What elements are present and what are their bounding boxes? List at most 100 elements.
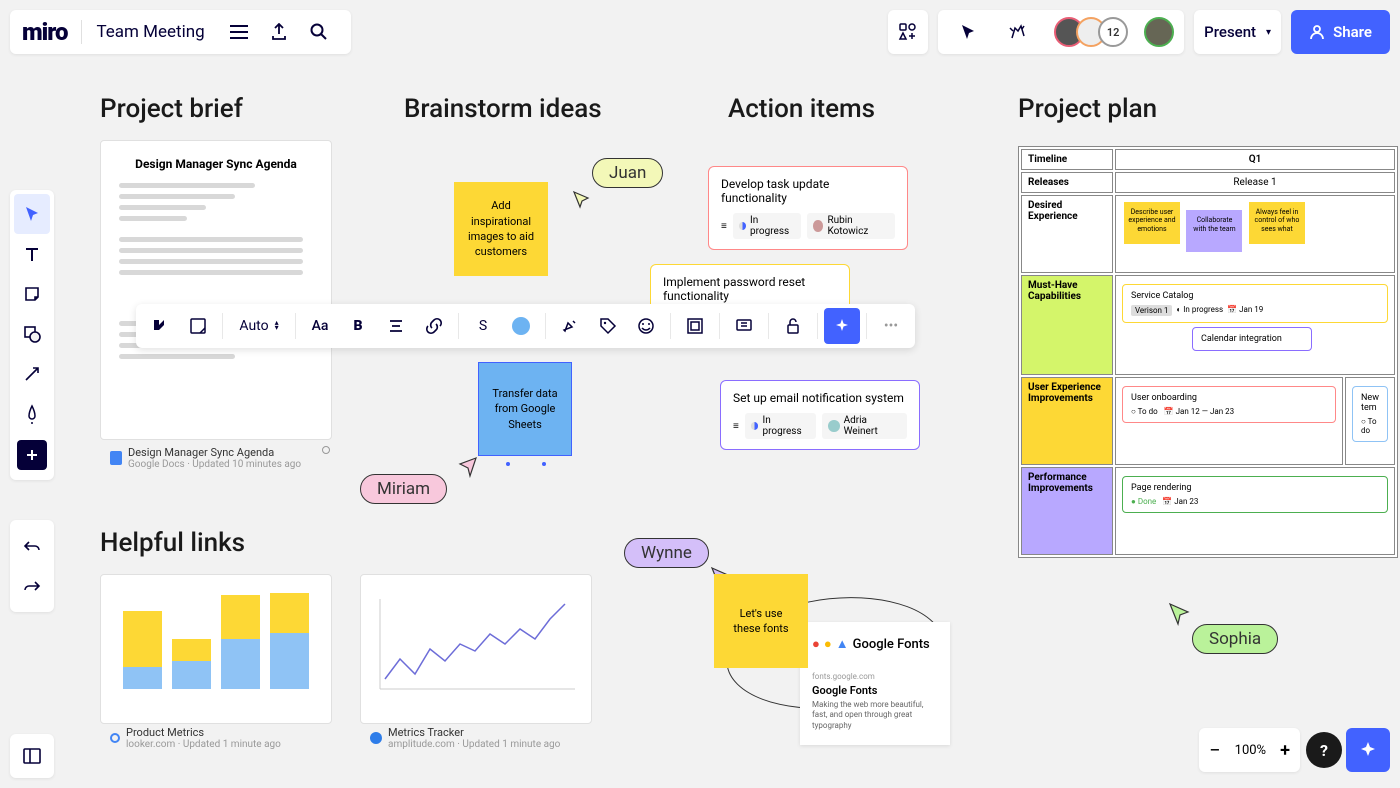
section-title-brainstorm: Brainstorm ideas — [404, 94, 602, 124]
arrow-tool[interactable] — [14, 354, 50, 394]
dot-icon — [542, 462, 546, 466]
cursor-label-sophia: Sophia — [1192, 624, 1278, 654]
layout-icon[interactable] — [677, 308, 713, 344]
section-title-brief: Project brief — [100, 94, 243, 124]
link-meta: Metrics Trackeramplitude.com · Updated 1… — [370, 726, 560, 750]
list-icon: ≡ — [721, 221, 727, 232]
miro-logo[interactable]: miro — [22, 18, 67, 46]
plan-card-catalog[interactable]: Service Catalog Verison 1◐ In progress📅 … — [1122, 284, 1388, 323]
export-icon[interactable] — [259, 12, 299, 52]
task-title: Set up email notification system — [733, 391, 907, 405]
lock-icon[interactable] — [775, 308, 811, 344]
sync-icon — [322, 446, 330, 454]
line-chart-icon — [375, 589, 575, 699]
font-family[interactable]: Aa — [302, 308, 338, 344]
help-button[interactable]: ? — [1306, 732, 1342, 768]
text-tool[interactable] — [14, 234, 50, 274]
task-title: Develop task update functionality — [721, 177, 895, 205]
top-bar: miro Team Meeting 12 Present▾ Share — [10, 10, 1390, 54]
avatar-self[interactable] — [1144, 17, 1174, 47]
gfonts-heading: Google Fonts — [812, 684, 938, 697]
context-toolbar[interactable]: Auto▴▾ Aa B S ••• — [136, 304, 915, 348]
project-plan-table[interactable]: TimelineQ1 ReleasesRelease 1 Desired Exp… — [1018, 146, 1398, 558]
size-button[interactable]: S — [465, 308, 501, 344]
sticky-inspirational[interactable]: Add inspirational images to aid customer… — [454, 182, 548, 276]
dot-icon — [506, 462, 510, 466]
canvas[interactable]: Project brief Brainstorm ideas Action it… — [0, 0, 1400, 788]
reactions-icon[interactable] — [998, 12, 1038, 52]
cursor-label-miriam: Miriam — [360, 474, 447, 504]
gdocs-icon — [110, 451, 122, 465]
tag-icon[interactable] — [590, 308, 626, 344]
task-title: Implement password reset functionality — [663, 275, 837, 303]
ai-sparkle-icon[interactable] — [824, 308, 860, 344]
task-card-3[interactable]: Set up email notification system ≡ In pr… — [720, 380, 920, 450]
undo-button[interactable] — [14, 526, 50, 566]
section-title-links: Helpful links — [100, 528, 245, 558]
plan-card-newtem[interactable]: New tem ○ To do — [1352, 386, 1388, 442]
participant-count[interactable]: 12 — [1098, 17, 1128, 47]
status-tag: In progress — [733, 213, 801, 239]
shape-tool[interactable] — [14, 314, 50, 354]
fill-color[interactable] — [503, 308, 539, 344]
ai-assist-button[interactable] — [1346, 728, 1390, 772]
apps-button[interactable] — [888, 10, 928, 54]
link-icon[interactable] — [416, 308, 452, 344]
person-icon — [1309, 24, 1325, 40]
cursor-arrow-icon — [1168, 602, 1192, 626]
link-card-metrics[interactable] — [100, 574, 332, 724]
looker-icon — [110, 733, 120, 743]
cursor-label-wynne: Wynne — [624, 538, 709, 568]
pen-tool[interactable] — [14, 394, 50, 434]
assignee-tag: Adria Weinert — [822, 413, 907, 439]
add-tool[interactable] — [17, 440, 47, 470]
sticky-tool[interactable] — [14, 274, 50, 314]
task-card-1[interactable]: Develop task update functionality ≡ In p… — [708, 166, 908, 250]
panel-toggle[interactable] — [10, 734, 54, 778]
doc-meta-title: Design Manager Sync Agenda — [128, 446, 301, 459]
plan-card-render[interactable]: Page rendering ● Done📅 Jan 23 — [1122, 476, 1388, 513]
gfonts-url: fonts.google.com — [812, 672, 938, 681]
align-icon[interactable] — [378, 308, 414, 344]
zoom-controls: − 100% + — [1199, 728, 1300, 772]
link-meta: Product Metricslooker.com · Updated 1 mi… — [110, 726, 281, 750]
plan-card-calendar[interactable]: Calendar integration — [1192, 327, 1312, 351]
gfonts-desc: Making the web more beautiful, fast, and… — [812, 700, 938, 731]
redo-button[interactable] — [14, 566, 50, 606]
undo-redo-panel — [10, 520, 54, 612]
zoom-out-button[interactable]: − — [1209, 738, 1220, 762]
note-icon[interactable] — [180, 308, 216, 344]
cursor-label-juan: Juan — [592, 158, 663, 188]
emoji-icon[interactable] — [628, 308, 664, 344]
board-title[interactable]: Team Meeting — [96, 22, 204, 42]
document-title: Design Manager Sync Agenda — [119, 157, 313, 171]
cursor-arrow-icon — [456, 456, 480, 480]
google-fonts-card[interactable]: ●●▲ Google Fonts fonts.google.com Google… — [800, 622, 950, 745]
plan-card-onboarding[interactable]: User onboarding ○ To do📅 Jan 12 — Jan 23 — [1122, 386, 1336, 423]
more-icon[interactable]: ••• — [873, 308, 909, 344]
list-icon: ≡ — [733, 421, 739, 432]
present-button[interactable]: Present▾ — [1194, 10, 1281, 54]
status-tag: In progress — [745, 413, 816, 439]
share-button[interactable]: Share — [1291, 10, 1390, 54]
search-icon[interactable] — [299, 12, 339, 52]
comment-icon[interactable] — [726, 308, 762, 344]
left-toolbar — [10, 190, 54, 480]
hamburger-icon[interactable] — [219, 12, 259, 52]
document-meta: Design Manager Sync Agenda Google Docs ·… — [110, 446, 301, 470]
amplitude-icon — [370, 732, 382, 744]
highlight-icon[interactable] — [552, 308, 588, 344]
card-type-icon[interactable] — [142, 308, 178, 344]
document-card[interactable]: Design Manager Sync Agenda — [100, 140, 332, 440]
sticky-fonts[interactable]: Let's use these fonts — [714, 574, 808, 668]
cursor-icon[interactable] — [948, 12, 988, 52]
sticky-transfer-selected[interactable]: Transfer data from Google Sheets — [478, 362, 572, 456]
zoom-level[interactable]: 100% — [1235, 743, 1266, 758]
select-tool[interactable] — [14, 194, 50, 234]
bold-button[interactable]: B — [340, 308, 376, 344]
zoom-in-button[interactable]: + — [1280, 740, 1290, 761]
width-auto[interactable]: Auto▴▾ — [229, 308, 289, 344]
cursor-arrow-icon — [572, 190, 592, 210]
link-card-tracker[interactable] — [360, 574, 592, 724]
collab-tools: 12 — [938, 10, 1184, 54]
